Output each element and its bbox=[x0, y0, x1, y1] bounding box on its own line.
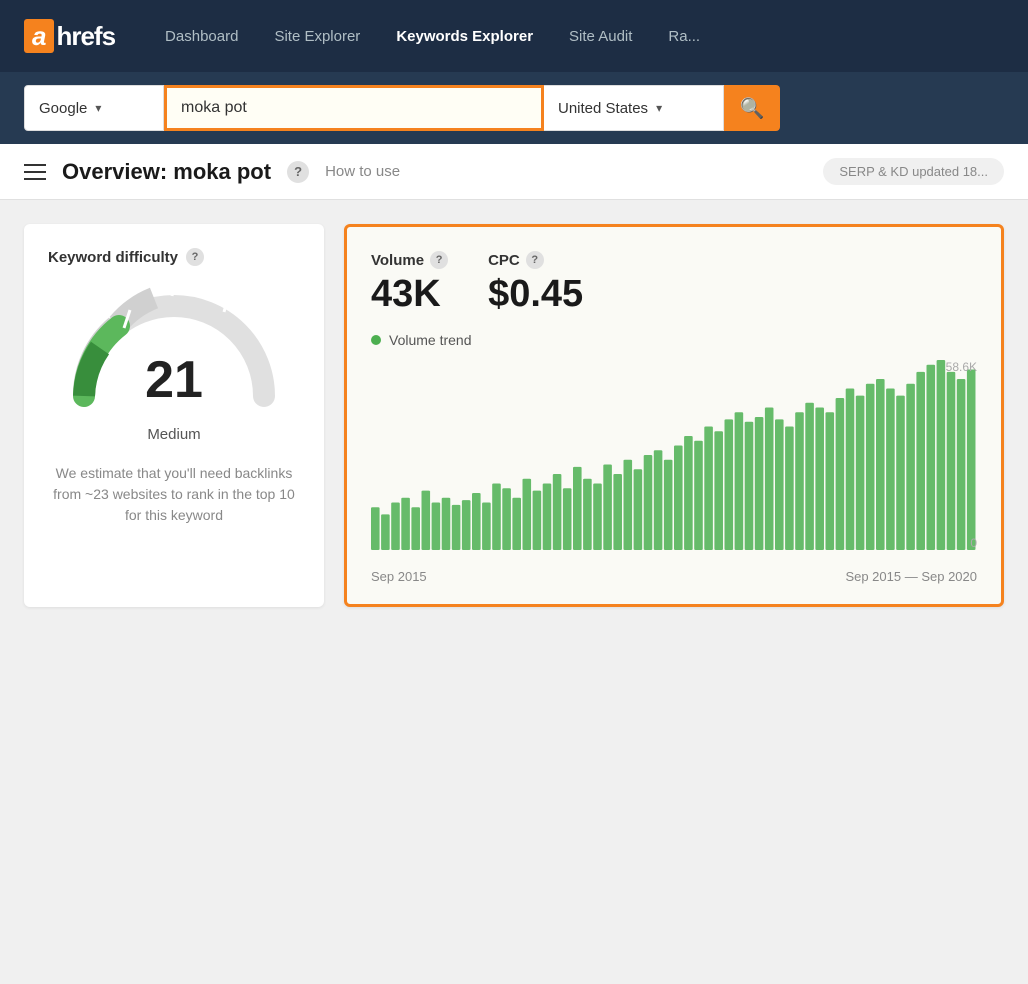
cpc-block: CPC ? $0.45 bbox=[488, 251, 583, 316]
nav-site-explorer[interactable]: Site Explorer bbox=[256, 0, 378, 72]
cpc-value: $0.45 bbox=[488, 273, 583, 316]
logo-a: a bbox=[24, 19, 54, 53]
kd-title: Keyword difficulty ? bbox=[48, 248, 300, 266]
page-help-icon[interactable]: ? bbox=[287, 161, 309, 183]
how-to-use-link[interactable]: How to use bbox=[325, 163, 400, 180]
main-content: Keyword difficulty ? bbox=[0, 200, 1028, 631]
nav-dashboard[interactable]: Dashboard bbox=[147, 0, 256, 72]
hamburger-icon[interactable] bbox=[24, 164, 46, 180]
serp-badge: SERP & KD updated 18... bbox=[823, 158, 1004, 185]
country-label: United States bbox=[558, 100, 648, 117]
logo[interactable]: a hrefs bbox=[24, 19, 115, 53]
search-button[interactable]: 🔍 bbox=[724, 85, 780, 131]
cpc-label: CPC ? bbox=[488, 251, 583, 269]
chart-axis-labels: Sep 2015 Sep 2015 — Sep 2020 bbox=[371, 569, 977, 584]
country-chevron-icon: ▾ bbox=[656, 101, 662, 115]
kd-card: Keyword difficulty ? bbox=[24, 224, 324, 607]
gauge-value: 21 bbox=[145, 354, 203, 406]
engine-chevron-icon: ▾ bbox=[95, 101, 101, 115]
volume-trend-chart: 58.6K 0 Sep 2015 Sep 2015 — Sep 2020 bbox=[371, 360, 977, 580]
kd-score: 21 bbox=[145, 354, 203, 406]
nav-keywords-explorer[interactable]: Keywords Explorer bbox=[378, 0, 551, 72]
volume-header: Volume ? 43K CPC ? $0.45 bbox=[371, 251, 977, 316]
green-dot-icon bbox=[371, 335, 381, 345]
volume-help-icon[interactable]: ? bbox=[430, 251, 448, 269]
cpc-help-icon[interactable]: ? bbox=[526, 251, 544, 269]
country-select[interactable]: United States ▾ bbox=[544, 85, 724, 131]
volume-card: Volume ? 43K CPC ? $0.45 Volume trend 58… bbox=[344, 224, 1004, 607]
volume-trend-label: Volume trend bbox=[371, 332, 977, 348]
logo-hrefs: hrefs bbox=[56, 21, 115, 52]
kd-description: We estimate that you'll need backlinks f… bbox=[48, 463, 300, 526]
page-title: Overview: moka pot bbox=[62, 159, 271, 185]
date-range-label: Sep 2015 — Sep 2020 bbox=[845, 569, 977, 584]
search-input-wrap bbox=[164, 85, 544, 131]
kd-difficulty-label: Medium bbox=[48, 426, 300, 443]
search-input[interactable] bbox=[167, 99, 541, 117]
search-icon: 🔍 bbox=[740, 96, 765, 121]
engine-select[interactable]: Google ▾ bbox=[24, 85, 164, 131]
nav-site-audit[interactable]: Site Audit bbox=[551, 0, 650, 72]
search-bar: Google ▾ United States ▾ 🔍 bbox=[0, 72, 1028, 144]
volume-block: Volume ? 43K bbox=[371, 251, 448, 316]
volume-label: Volume ? bbox=[371, 251, 448, 269]
date-start-label: Sep 2015 bbox=[371, 569, 427, 584]
engine-label: Google bbox=[39, 100, 87, 117]
bar-chart-svg bbox=[371, 360, 977, 560]
navbar: a hrefs Dashboard Site Explorer Keywords… bbox=[0, 0, 1028, 72]
gauge-chart: 21 bbox=[64, 276, 284, 416]
nav-links: Dashboard Site Explorer Keywords Explore… bbox=[147, 0, 1004, 72]
volume-value: 43K bbox=[371, 273, 448, 316]
kd-help-icon[interactable]: ? bbox=[186, 248, 204, 266]
nav-rank[interactable]: Ra... bbox=[650, 0, 718, 72]
sub-header: Overview: moka pot ? How to use SERP & K… bbox=[0, 144, 1028, 200]
